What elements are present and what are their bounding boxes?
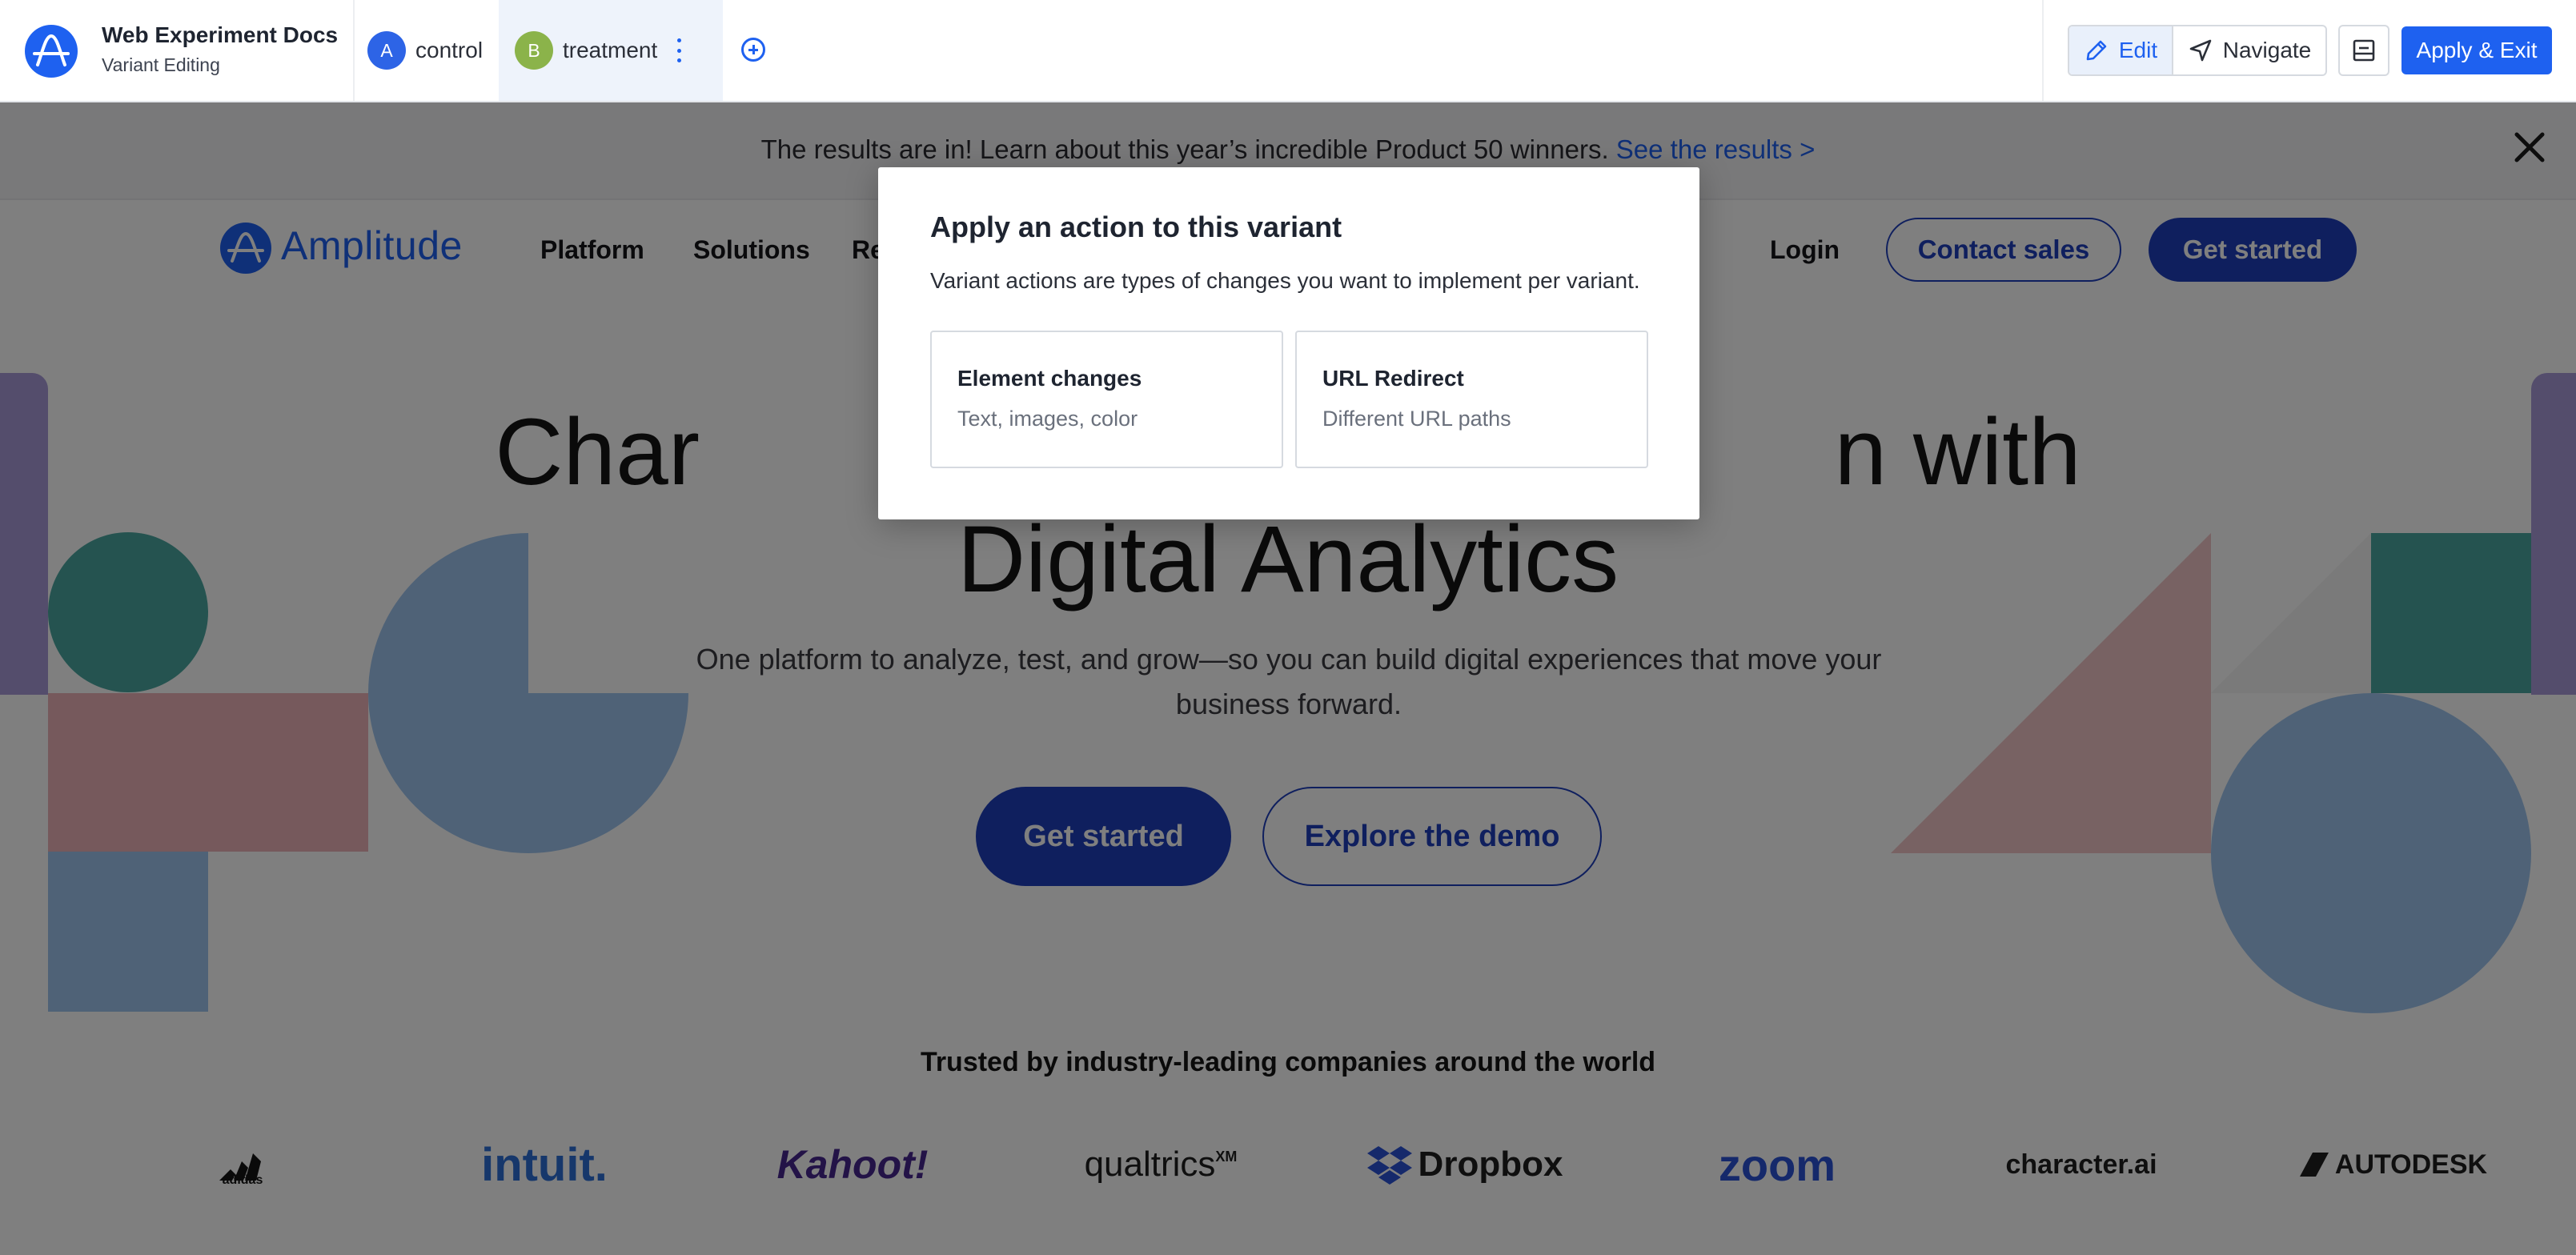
mode-toggle: Edit Navigate	[2068, 25, 2327, 76]
variant-tab-treatment[interactable]: B treatment	[499, 0, 723, 101]
apply-and-exit-button[interactable]: Apply & Exit	[2401, 26, 2552, 74]
variant-label: treatment	[563, 38, 658, 62]
variant-badge: B	[515, 31, 553, 70]
editor-toolbar: Web Experiment Docs Variant Editing A co…	[0, 0, 2576, 102]
pencil-icon	[2086, 40, 2107, 61]
option-subtitle: Text, images, color	[957, 407, 1138, 431]
option-title: URL Redirect	[1322, 366, 1464, 391]
element-changes-option[interactable]: Element changes Text, images, color	[930, 331, 1283, 468]
experiment-title: Web Experiment Docs	[102, 22, 339, 47]
apply-action-modal: Apply an action to this variant Variant …	[878, 167, 1699, 519]
modal-title: Apply an action to this variant	[930, 211, 1342, 243]
divider	[353, 0, 355, 101]
navigate-label: Navigate	[2222, 38, 2312, 62]
panel-toggle-icon	[2353, 39, 2375, 62]
plus-circle-icon[interactable]	[741, 38, 765, 62]
experiment-subtitle: Variant Editing	[102, 54, 220, 75]
modal-description: Variant actions are types of changes you…	[930, 268, 1640, 293]
divider	[2042, 0, 2044, 101]
amplitude-logo-icon	[25, 25, 78, 78]
variant-badge: A	[367, 31, 406, 70]
website-preview: The results are in! Learn about this yea…	[0, 102, 2576, 1255]
edit-label: Edit	[2118, 38, 2158, 62]
more-options-icon[interactable]	[675, 38, 683, 62]
option-subtitle: Different URL paths	[1322, 407, 1511, 431]
edit-mode-button[interactable]: Edit	[2069, 26, 2173, 74]
variant-label: control	[415, 38, 484, 62]
variant-tab-control[interactable]: A control	[367, 0, 499, 101]
option-title: Element changes	[957, 366, 1142, 391]
panel-toggle-button[interactable]	[2338, 25, 2389, 76]
navigate-mode-button[interactable]: Navigate	[2173, 26, 2325, 74]
navigation-arrow-icon	[2189, 39, 2212, 62]
url-redirect-option[interactable]: URL Redirect Different URL paths	[1295, 331, 1648, 468]
